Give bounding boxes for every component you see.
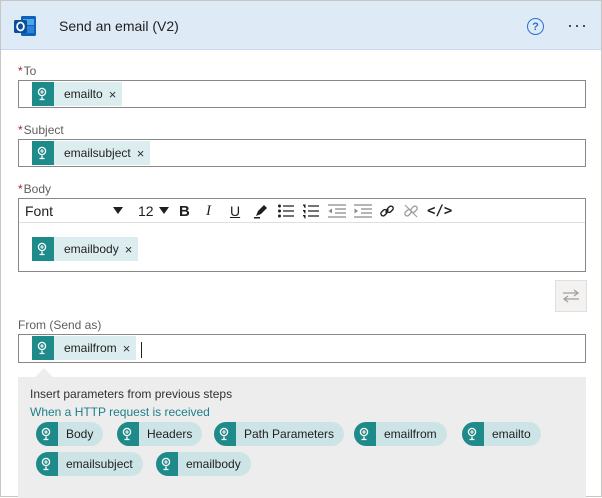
chevron-down-icon	[159, 207, 169, 214]
http-trigger-icon	[36, 422, 58, 446]
param-path-parameters[interactable]: Path Parameters	[214, 422, 345, 446]
token-label: emailfrom	[64, 341, 117, 355]
param-label: Path Parameters	[244, 427, 335, 441]
text-cursor	[141, 342, 142, 358]
param-label: Headers	[147, 427, 193, 441]
token-label: emailto	[64, 87, 103, 101]
remove-token-icon[interactable]: ×	[137, 146, 151, 161]
http-trigger-icon	[32, 141, 54, 165]
remove-link-button[interactable]	[403, 199, 419, 223]
outlook-icon	[14, 16, 36, 36]
remove-token-icon[interactable]: ×	[109, 87, 123, 102]
to-label: *To	[18, 64, 37, 78]
to-field[interactable]: emailto ×	[18, 80, 586, 108]
remove-token-icon[interactable]: ×	[125, 242, 139, 257]
font-color-button[interactable]	[253, 199, 269, 223]
decrease-indent-button[interactable]	[327, 199, 347, 223]
token-label: emailsubject	[64, 146, 131, 160]
italic-button[interactable]: I	[206, 199, 211, 223]
required-mark: *	[18, 182, 23, 196]
dynamic-content-panel: Insert parameters from previous steps Wh…	[18, 377, 586, 498]
numbered-list-icon	[303, 204, 319, 219]
http-trigger-icon	[32, 237, 54, 261]
switch-mode-button[interactable]	[555, 280, 587, 312]
param-label: emailfrom	[384, 427, 437, 441]
http-trigger-icon	[117, 422, 139, 446]
action-header[interactable]: Send an email (V2) ? ···	[1, 1, 601, 50]
font-size-select[interactable]: 12	[138, 199, 172, 223]
token-emailfrom[interactable]: emailfrom ×	[32, 336, 137, 360]
remove-token-icon[interactable]: ×	[123, 341, 137, 356]
from-field[interactable]: emailfrom ×	[18, 334, 586, 363]
numbered-list-button[interactable]	[302, 199, 320, 223]
param-headers[interactable]: Headers	[117, 422, 203, 446]
rich-text-toolbar: Font 12 B I U </>	[19, 199, 585, 223]
insert-link-button[interactable]	[379, 199, 395, 223]
help-icon[interactable]: ?	[527, 18, 544, 35]
token-emailsubject[interactable]: emailsubject ×	[32, 141, 151, 165]
highlighter-icon	[254, 205, 267, 219]
http-trigger-icon	[36, 452, 58, 476]
unlink-icon	[404, 204, 418, 218]
param-emailsubject[interactable]: emailsubject	[36, 452, 143, 476]
param-label: emailto	[492, 427, 531, 441]
link-icon	[380, 205, 394, 217]
param-emailfrom[interactable]: emailfrom	[354, 422, 447, 446]
underline-button[interactable]: U	[230, 199, 240, 223]
http-trigger-icon	[354, 422, 376, 446]
code-view-button[interactable]: </>	[427, 199, 452, 223]
increase-indent-button[interactable]	[353, 199, 373, 223]
panel-pointer	[35, 368, 53, 377]
chevron-down-icon	[113, 207, 123, 214]
subject-field[interactable]: emailsubject ×	[18, 139, 586, 167]
param-label: emailbody	[186, 457, 241, 471]
swap-arrows-icon	[562, 289, 580, 303]
token-emailto[interactable]: emailto ×	[32, 82, 123, 106]
action-title: Send an email (V2)	[59, 18, 179, 34]
trigger-source-link[interactable]: When a HTTP request is received	[30, 405, 210, 419]
param-body[interactable]: Body	[36, 422, 104, 446]
required-mark: *	[18, 123, 23, 137]
body-label: *Body	[18, 182, 52, 196]
token-label: emailbody	[64, 242, 119, 256]
increase-indent-icon	[354, 204, 372, 218]
param-emailto[interactable]: emailto	[462, 422, 541, 446]
http-trigger-icon	[214, 422, 236, 446]
http-trigger-icon	[32, 82, 54, 106]
param-label: emailsubject	[66, 457, 133, 471]
param-label: Body	[66, 427, 94, 441]
bold-button[interactable]: B	[179, 199, 190, 223]
bullet-list-button[interactable]	[277, 199, 295, 223]
font-family-select[interactable]: Font	[25, 199, 127, 223]
send-email-action-card: Send an email (V2) ? ··· *To emailto × *…	[0, 0, 602, 498]
decrease-indent-icon	[328, 204, 346, 218]
param-emailbody[interactable]: emailbody	[156, 452, 251, 476]
bullet-list-icon	[278, 204, 294, 218]
required-mark: *	[18, 64, 23, 78]
http-trigger-icon	[462, 422, 484, 446]
http-trigger-icon	[156, 452, 178, 476]
from-label: From (Send as)	[18, 318, 102, 332]
token-emailbody[interactable]: emailbody ×	[32, 237, 139, 261]
http-trigger-icon	[32, 336, 54, 360]
subject-label: *Subject	[18, 123, 64, 137]
more-options-icon[interactable]: ···	[567, 16, 588, 34]
panel-title: Insert parameters from previous steps	[30, 387, 233, 401]
